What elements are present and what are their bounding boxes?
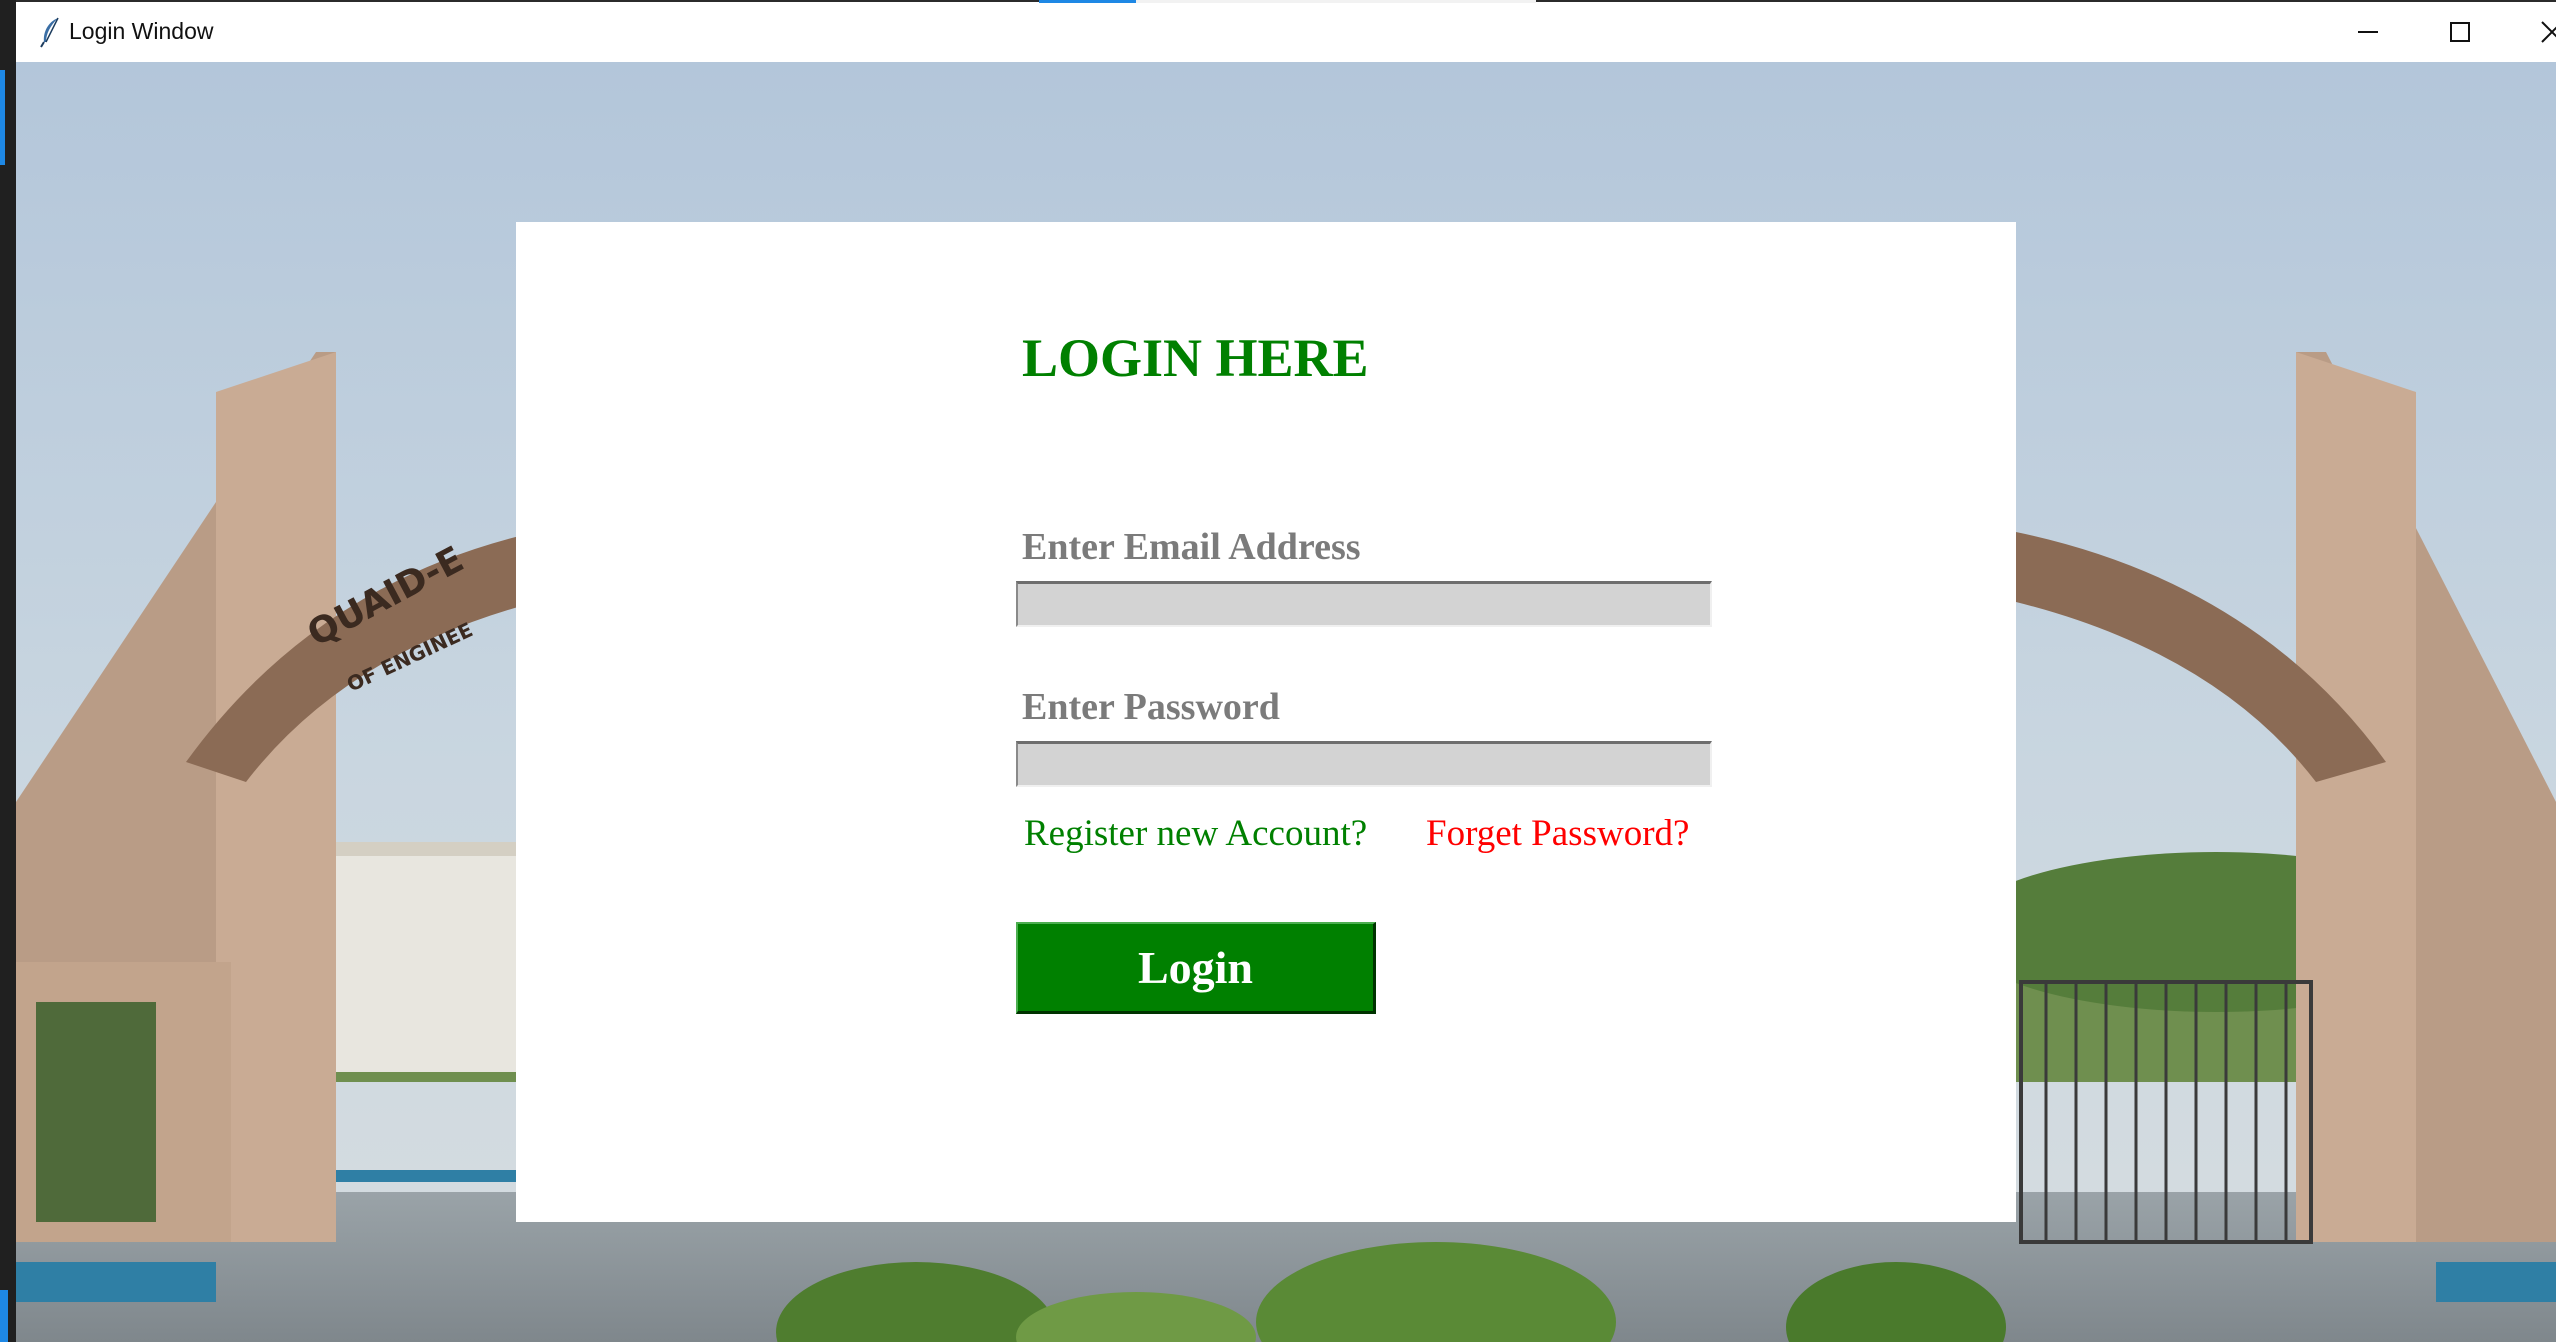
login-button[interactable]: Login xyxy=(1016,922,1376,1014)
email-label: Enter Email Address xyxy=(1022,526,1361,568)
desktop-edge-strip xyxy=(0,0,16,1342)
login-window: Login Window QUAID-E OF ENGINEE LOGIN HE… xyxy=(16,0,2556,1342)
email-field[interactable] xyxy=(1016,581,1712,627)
forget-password-link[interactable]: Forget Password? xyxy=(1426,812,1689,855)
client-area: QUAID-E OF ENGINEE LOGIN HERE Enter Emai… xyxy=(16,62,2556,1342)
taskbar-accent xyxy=(0,70,5,165)
login-panel: LOGIN HERE Enter Email Address Enter Pas… xyxy=(516,222,2016,1222)
taskbar-accent-bottom xyxy=(0,1290,8,1342)
password-field[interactable] xyxy=(1016,741,1712,787)
password-label: Enter Password xyxy=(1022,686,1280,728)
feather-icon xyxy=(38,16,64,48)
login-heading: LOGIN HERE xyxy=(1022,328,1369,388)
minimize-button[interactable] xyxy=(2322,2,2414,62)
titlebar-highlight xyxy=(1136,0,1536,3)
maximize-icon xyxy=(2450,22,2470,42)
minimize-icon xyxy=(2358,31,2378,33)
close-button[interactable] xyxy=(2506,2,2556,62)
titlebar-accent xyxy=(1039,0,1136,3)
register-account-link[interactable]: Register new Account? xyxy=(1024,812,1367,855)
title-bar[interactable]: Login Window xyxy=(16,0,2556,64)
window-title: Login Window xyxy=(69,18,214,44)
maximize-button[interactable] xyxy=(2414,2,2506,62)
close-icon xyxy=(2541,21,2556,43)
